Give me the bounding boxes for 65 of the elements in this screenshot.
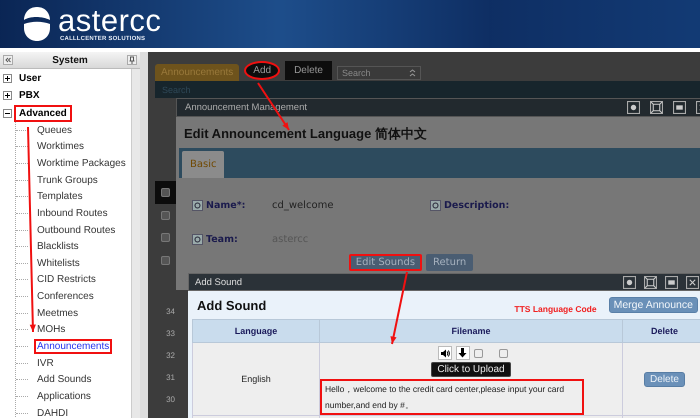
tree-item[interactable]: MOHs	[34, 322, 68, 338]
row-number: 33	[166, 328, 176, 340]
column-header: Delete	[622, 320, 700, 342]
tree-item[interactable]: Outbound Routes	[34, 222, 118, 238]
tree-item[interactable]: Advanced	[14, 104, 72, 122]
logo-icon	[22, 6, 52, 42]
minimize-icon[interactable]	[673, 101, 686, 114]
expand-icon[interactable]	[3, 74, 12, 84]
column-header: Language	[192, 320, 320, 342]
tts-text: Hello，welcome to the credit card center,please input your card number,and end by #。	[320, 379, 584, 415]
tree-item[interactable]: Add Sounds	[34, 372, 94, 388]
download-icon[interactable]	[456, 346, 470, 360]
pin-icon[interactable]	[126, 55, 137, 65]
upload-button[interactable]: Click to Upload	[431, 362, 511, 377]
tts-language-label: TTS Language Code	[514, 304, 597, 314]
tree-item[interactable]: Meetmes	[34, 306, 82, 321]
close-icon[interactable]	[686, 276, 699, 288]
row-number: 30	[166, 394, 176, 406]
tree-item[interactable]: Trunk Groups	[34, 172, 101, 188]
restore-icon[interactable]	[623, 276, 636, 288]
tree-item[interactable]: Blacklists	[34, 239, 82, 254]
checkbox[interactable]	[161, 210, 170, 220]
tree-item[interactable]: Announcements	[34, 339, 112, 354]
tree-item[interactable]: DAHDI	[34, 406, 72, 418]
checkbox[interactable]	[161, 256, 170, 265]
checkbox[interactable]	[498, 348, 508, 358]
row-number: 32	[166, 350, 176, 362]
speaker-icon[interactable]	[438, 346, 452, 360]
column-header: Filename	[320, 320, 622, 342]
minimize-icon[interactable]	[665, 276, 678, 288]
checkbox[interactable]	[161, 188, 170, 197]
logo-text: astercc	[58, 6, 162, 36]
sort-caret-icon	[408, 69, 416, 77]
tree-item[interactable]: IVR	[34, 356, 57, 371]
dialog-heading: Edit Announcement Language 简体中文	[183, 125, 428, 143]
collapse-panel-icon[interactable]	[3, 55, 13, 65]
toolbar-button[interactable]: Add	[244, 61, 280, 80]
scrollbar[interactable]	[131, 69, 140, 418]
tree-item[interactable]: Whitelists	[34, 256, 83, 271]
dialog-title: Add Sound	[195, 276, 242, 288]
field-value: cd_welcome	[272, 200, 334, 211]
checkbox[interactable]	[474, 348, 482, 358]
field-label: Description:	[444, 200, 510, 211]
tree-item[interactable]: Worktimes	[34, 139, 88, 154]
panel-title: System	[52, 54, 88, 66]
collapse-icon[interactable]	[3, 108, 12, 118]
tree-item[interactable]: Worktime Packages	[34, 156, 129, 171]
language-cell: English	[241, 374, 271, 384]
tree-item[interactable]: Templates	[34, 189, 86, 204]
toolbar-button[interactable]: Delete	[285, 61, 332, 80]
tree-item[interactable]: Queues	[34, 122, 76, 138]
row-number: 31	[166, 372, 176, 384]
checkbox[interactable]	[161, 233, 170, 242]
row-number: 34	[166, 306, 176, 318]
field-label: Name*:	[206, 200, 246, 211]
tree-item[interactable]: CID Restricts	[34, 272, 99, 288]
tree-item[interactable]: Conferences	[34, 289, 97, 304]
maximize-icon[interactable]	[650, 101, 663, 114]
field-label: Team:	[206, 234, 238, 245]
dialog-heading: Add Sound	[196, 298, 268, 312]
maximize-icon[interactable]	[644, 276, 657, 288]
restore-icon[interactable]	[627, 101, 640, 114]
tree-item[interactable]: Applications	[34, 388, 94, 404]
tree-item[interactable]: Inbound Routes	[34, 206, 111, 221]
expand-icon[interactable]	[3, 91, 12, 100]
